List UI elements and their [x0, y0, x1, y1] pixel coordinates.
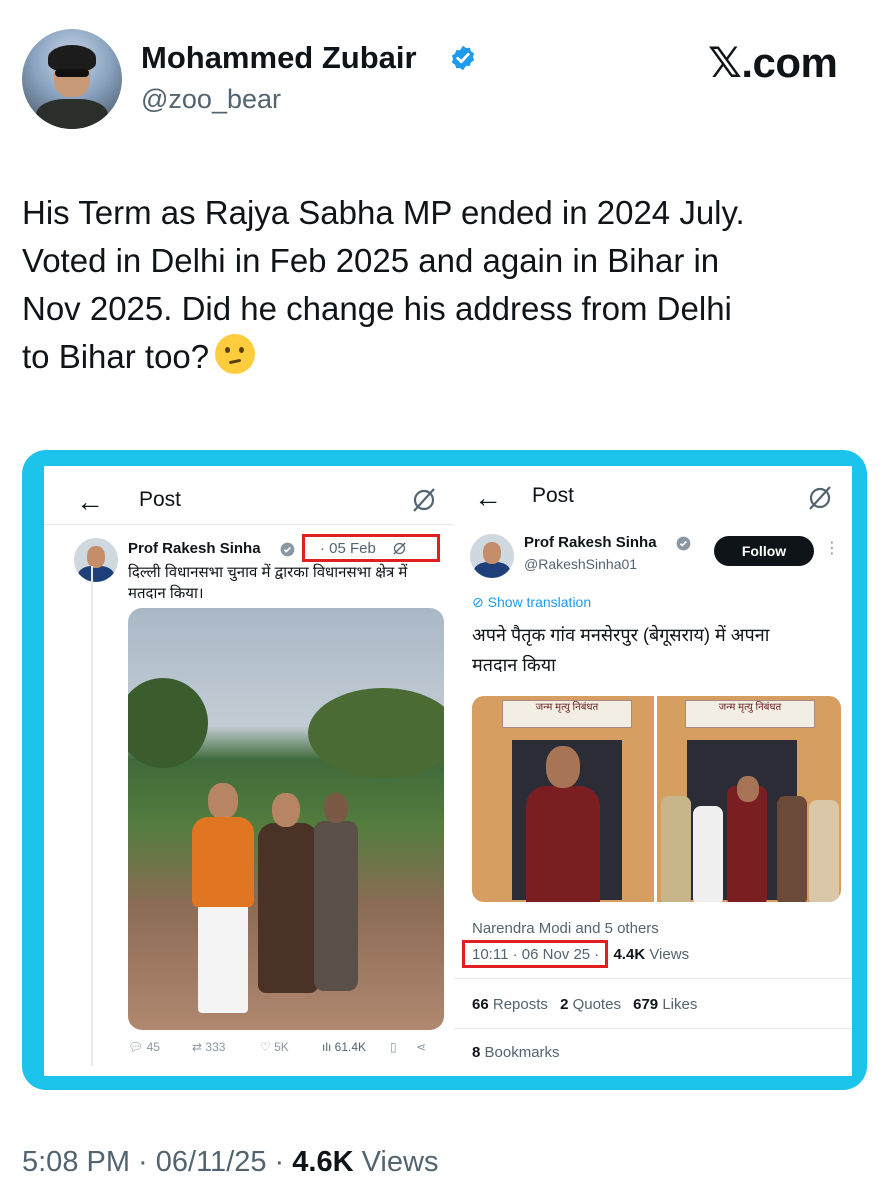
right-screenshot: ← Post Prof Rakesh Sinha @RakeshSinha01 …	[454, 466, 852, 1076]
more-options-icon[interactable]: ⋮	[824, 538, 840, 558]
tweet-timestamp[interactable]: 5:08 PM · 06/11/25 ·	[22, 1146, 284, 1178]
reply-count[interactable]: 💬︎ 45	[128, 1040, 160, 1054]
post-text: अपने पैतृक गांव मनसेरपुर (बेगूसराय) में …	[472, 620, 832, 680]
rakesh-handle: @RakeshSinha01	[524, 556, 638, 572]
brand-watermark: 𝕏.com	[708, 39, 838, 86]
rakesh-name: Prof Rakesh Sinha	[524, 534, 657, 551]
verified-badge-icon	[280, 542, 295, 557]
thread-line	[91, 566, 93, 1066]
post-text-line: अपने पैतृक गांव मनसेरपुर (बेगूसराय) में …	[472, 625, 770, 645]
post-text-line: दिल्ली विधानसभा चुनाव में द्वारका विधानस…	[128, 564, 408, 581]
rakesh-name: Prof Rakesh Sinha	[128, 540, 261, 557]
thinking-face-emoji-icon	[215, 334, 256, 374]
repost-count[interactable]: ⇄ 333	[192, 1040, 225, 1054]
grok-icon	[413, 488, 435, 512]
tweet-line: Voted in Delhi in Feb 2025 and again in …	[22, 242, 720, 279]
post-header: ← Post	[454, 482, 852, 524]
like-count[interactable]: ♡ 5K	[260, 1040, 289, 1054]
post-text-line: मतदान किया।	[128, 585, 204, 602]
engagement-stats: 66 Reposts 2 Quotes 679 Likes	[472, 996, 698, 1013]
media-image[interactable]: ← Post Prof Rakesh Sinha · 05 Feb दिल्ली…	[22, 450, 867, 1090]
show-translation-link[interactable]: ⊘ Show translation	[472, 594, 591, 611]
back-arrow-icon: ←	[76, 486, 104, 517]
liked-by[interactable]: Narendra Modi and 5 others	[472, 920, 659, 937]
divider	[44, 524, 456, 525]
photo-sign-text: जन्म मृत्यु निबंधत	[502, 700, 632, 728]
bookmark-icon[interactable]: ▯	[390, 1040, 397, 1054]
post-date: · 05 Feb	[320, 540, 376, 557]
post-timestamp: 10:11 · 06 Nov 25 · 4.4K Views	[472, 946, 690, 963]
photo-sign-text: जन्म मृत्यु निबंधत	[685, 700, 815, 728]
post-header: ← Post	[44, 484, 456, 524]
voting-photo-2: जन्म मृत्यु निबंधत	[657, 696, 841, 902]
rakesh-avatar	[470, 534, 514, 578]
view-count[interactable]: ılı 61.4K	[322, 1040, 366, 1054]
tweet-line: Nov 2025. Did he change his address from…	[22, 290, 732, 327]
author-avatar[interactable]	[22, 29, 122, 129]
grok-small-icon	[393, 542, 406, 555]
post-text-line: मतदान किया	[472, 655, 556, 675]
voting-photo	[128, 608, 444, 1030]
verified-badge-icon	[676, 536, 691, 551]
share-icon[interactable]: ⋖	[416, 1040, 426, 1054]
bookmarks-stat[interactable]: 8 Bookmarks	[472, 1044, 560, 1061]
tweet-line: to Bihar too?	[22, 333, 872, 381]
author-name[interactable]: Mohammed Zubair	[141, 40, 417, 76]
tweet-footer: 5:08 PM · 06/11/25 · 4.6K Views	[22, 1146, 438, 1179]
rakesh-avatar	[74, 538, 118, 582]
views-count: 4.6K	[292, 1146, 354, 1178]
tweet-text: His Term as Rajya Sabha MP ended in 2024…	[22, 189, 872, 381]
follow-button[interactable]: Follow	[714, 536, 814, 566]
back-arrow-icon: ←	[474, 482, 502, 513]
voting-photo-1: जन्म मृत्यु निबंधत	[472, 696, 654, 902]
left-screenshot: ← Post Prof Rakesh Sinha · 05 Feb दिल्ली…	[44, 466, 456, 1076]
post-title: Post	[532, 484, 575, 507]
verified-badge-icon	[451, 45, 475, 71]
grok-icon	[809, 486, 831, 510]
divider	[454, 978, 852, 979]
action-bar: 💬︎ 45 ⇄ 333 ♡ 5K ılı 61.4K ▯ ⋖	[128, 1040, 446, 1060]
tweet-line: His Term as Rajya Sabha MP ended in 2024…	[22, 194, 745, 231]
views-label: Views	[361, 1146, 439, 1178]
post-title: Post	[139, 488, 182, 511]
divider	[454, 1028, 852, 1029]
author-handle[interactable]: @zoo_bear	[141, 84, 281, 115]
